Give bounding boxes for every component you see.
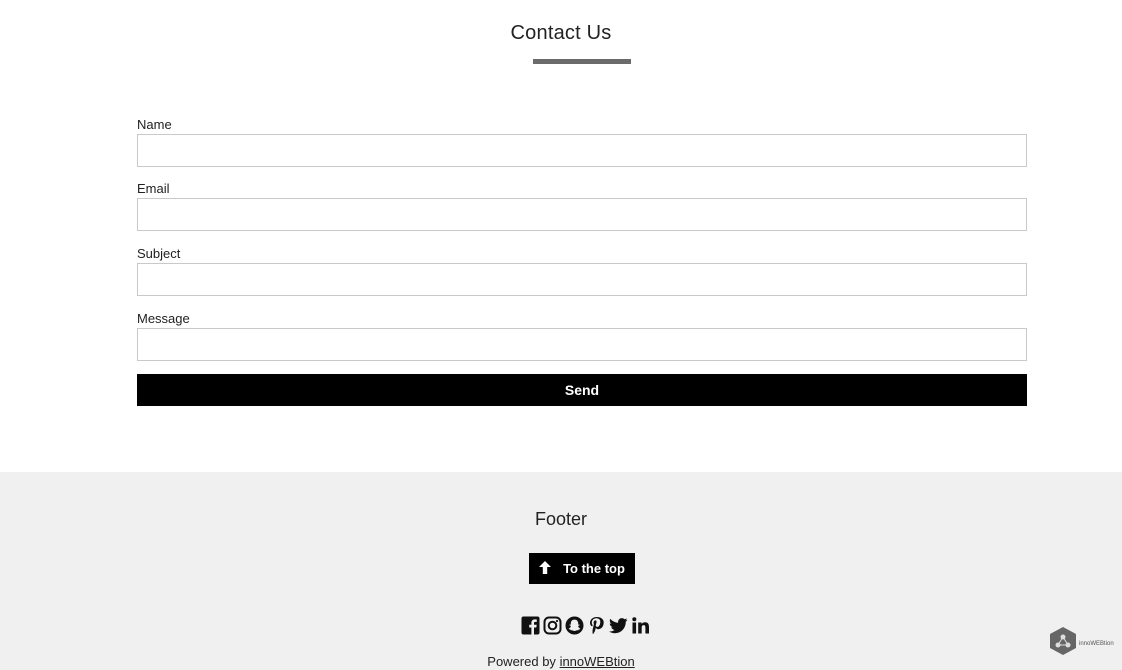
name-label: Name (137, 117, 172, 132)
social-links (521, 616, 650, 635)
email-field[interactable] (137, 198, 1027, 231)
hexagon-logo-icon (1049, 626, 1077, 661)
footer: Footer To the top Powered by innoWEBtion (0, 472, 1122, 670)
send-button[interactable]: Send (137, 374, 1027, 406)
innowebtion-badge[interactable]: innoWEBtion (1049, 626, 1114, 661)
arrow-up-icon (539, 560, 552, 577)
twitter-icon[interactable] (609, 616, 628, 635)
powered-by: Powered by innoWEBtion (0, 654, 1122, 669)
powered-by-text: Powered by (487, 654, 556, 669)
subject-field[interactable] (137, 263, 1027, 296)
email-label: Email (137, 181, 170, 196)
linkedin-icon[interactable] (631, 616, 650, 635)
badge-text: innoWEBtion (1079, 640, 1114, 647)
name-field[interactable] (137, 134, 1027, 167)
pinterest-icon[interactable] (587, 616, 606, 635)
page-title: Contact Us (510, 22, 612, 44)
to-the-top-button[interactable]: To the top (529, 553, 635, 584)
snapchat-icon[interactable] (565, 616, 584, 635)
contact-section: Contact Us Name Email Subject Message Se… (0, 0, 1122, 472)
message-label: Message (137, 311, 190, 326)
subject-label: Subject (137, 246, 181, 261)
title-underline (533, 59, 631, 64)
facebook-icon[interactable] (521, 616, 540, 635)
to-the-top-label: To the top (563, 561, 625, 576)
powered-by-link[interactable]: innoWEBtion (560, 654, 635, 669)
instagram-icon[interactable] (543, 616, 562, 635)
footer-title: Footer (534, 509, 588, 529)
message-field[interactable] (137, 328, 1027, 361)
